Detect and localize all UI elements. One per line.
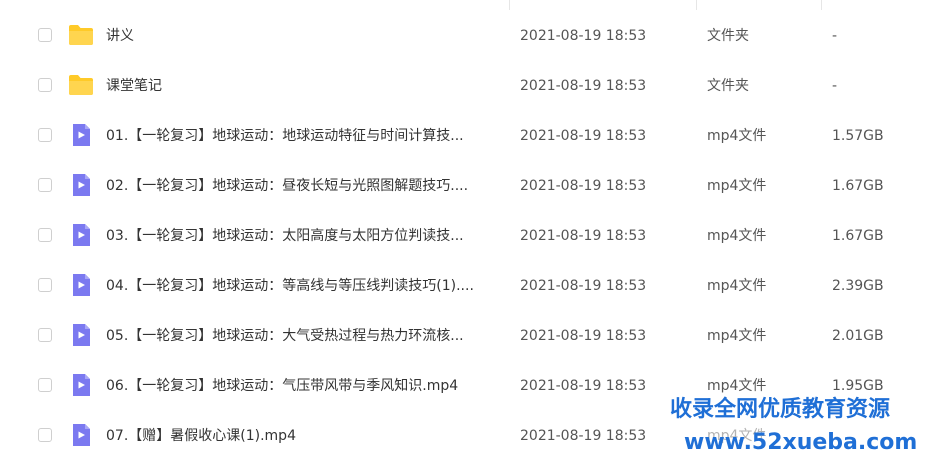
file-name[interactable]: 01.【一轮复习】地球运动：地球运动特征与时间计算技...: [106, 111, 464, 161]
file-row[interactable]: 03.【一轮复习】地球运动：太阳高度与太阳方位判读技... 2021-08-19…: [0, 211, 932, 261]
file-row[interactable]: 01.【一轮复习】地球运动：地球运动特征与时间计算技... 2021-08-19…: [0, 111, 932, 161]
file-name[interactable]: 04.【一轮复习】地球运动：等高线与等压线判读技巧(1)....: [106, 261, 474, 311]
video-file-icon: [68, 273, 94, 297]
video-file-icon: [68, 223, 94, 247]
file-size: 2.01GB: [832, 328, 884, 344]
folder-icon: [68, 23, 94, 47]
folder-icon: [68, 73, 94, 97]
file-date: 2021-08-19 18:53: [520, 328, 647, 344]
watermark-url: www.52xueba.com: [684, 430, 918, 455]
file-name[interactable]: 07.【赠】暑假收心课(1).mp4: [106, 411, 296, 461]
column-divider[interactable]: [696, 0, 697, 10]
file-row[interactable]: 04.【一轮复习】地球运动：等高线与等压线判读技巧(1).... 2021-08…: [0, 261, 932, 311]
row-checkbox[interactable]: [38, 78, 52, 92]
file-size: 1.67GB: [832, 228, 884, 244]
file-row[interactable]: 讲义 2021-08-19 18:53 文件夹 -: [0, 11, 932, 61]
file-type: 文件夹: [707, 78, 749, 94]
video-file-icon: [68, 373, 94, 397]
file-name[interactable]: 03.【一轮复习】地球运动：太阳高度与太阳方位判读技...: [106, 211, 464, 261]
row-checkbox[interactable]: [38, 28, 52, 42]
file-size: 1.57GB: [832, 128, 884, 144]
file-browser: 讲义 2021-08-19 18:53 文件夹 - 课堂笔记 2021-08-1…: [0, 0, 932, 466]
video-file-icon: [68, 423, 94, 447]
file-size: 1.67GB: [832, 178, 884, 194]
file-date: 2021-08-19 18:53: [520, 378, 647, 394]
file-name[interactable]: 讲义: [106, 11, 134, 61]
column-header-strip: [0, 0, 932, 10]
column-divider[interactable]: [821, 0, 822, 10]
row-checkbox[interactable]: [38, 128, 52, 142]
file-type: mp4文件: [707, 178, 767, 194]
video-file-icon: [68, 173, 94, 197]
row-checkbox[interactable]: [38, 228, 52, 242]
video-file-icon: [68, 323, 94, 347]
watermark: 收录全网优质教育资源 www.52xueba.com: [658, 392, 932, 466]
file-date: 2021-08-19 18:53: [520, 28, 647, 44]
file-type: 文件夹: [707, 28, 749, 44]
file-date: 2021-08-19 18:53: [520, 78, 647, 94]
file-name[interactable]: 06.【一轮复习】地球运动：气压带风带与季风知识.mp4: [106, 361, 458, 411]
file-date: 2021-08-19 18:53: [520, 278, 647, 294]
file-row[interactable]: 课堂笔记 2021-08-19 18:53 文件夹 -: [0, 61, 932, 111]
file-date: 2021-08-19 18:53: [520, 228, 647, 244]
file-size: -: [832, 28, 838, 44]
file-type: mp4文件: [707, 278, 767, 294]
file-row[interactable]: 05.【一轮复习】地球运动：大气受热过程与热力环流核... 2021-08-19…: [0, 311, 932, 361]
column-divider[interactable]: [509, 0, 510, 10]
file-size: -: [832, 78, 838, 94]
file-size: 2.39GB: [832, 278, 884, 294]
video-file-icon: [68, 123, 94, 147]
watermark-slogan: 收录全网优质教育资源: [670, 397, 891, 422]
file-name[interactable]: 课堂笔记: [106, 61, 162, 111]
row-checkbox[interactable]: [38, 378, 52, 392]
row-checkbox[interactable]: [38, 328, 52, 342]
file-date: 2021-08-19 18:53: [520, 128, 647, 144]
file-type: mp4文件: [707, 128, 767, 144]
file-name[interactable]: 05.【一轮复习】地球运动：大气受热过程与热力环流核...: [106, 311, 464, 361]
file-row[interactable]: 02.【一轮复习】地球运动：昼夜长短与光照图解题技巧.... 2021-08-1…: [0, 161, 932, 211]
file-type: mp4文件: [707, 228, 767, 244]
file-date: 2021-08-19 18:53: [520, 428, 647, 444]
file-date: 2021-08-19 18:53: [520, 178, 647, 194]
file-name[interactable]: 02.【一轮复习】地球运动：昼夜长短与光照图解题技巧....: [106, 161, 468, 211]
file-type: mp4文件: [707, 328, 767, 344]
row-checkbox[interactable]: [38, 428, 52, 442]
row-checkbox[interactable]: [38, 278, 52, 292]
row-checkbox[interactable]: [38, 178, 52, 192]
